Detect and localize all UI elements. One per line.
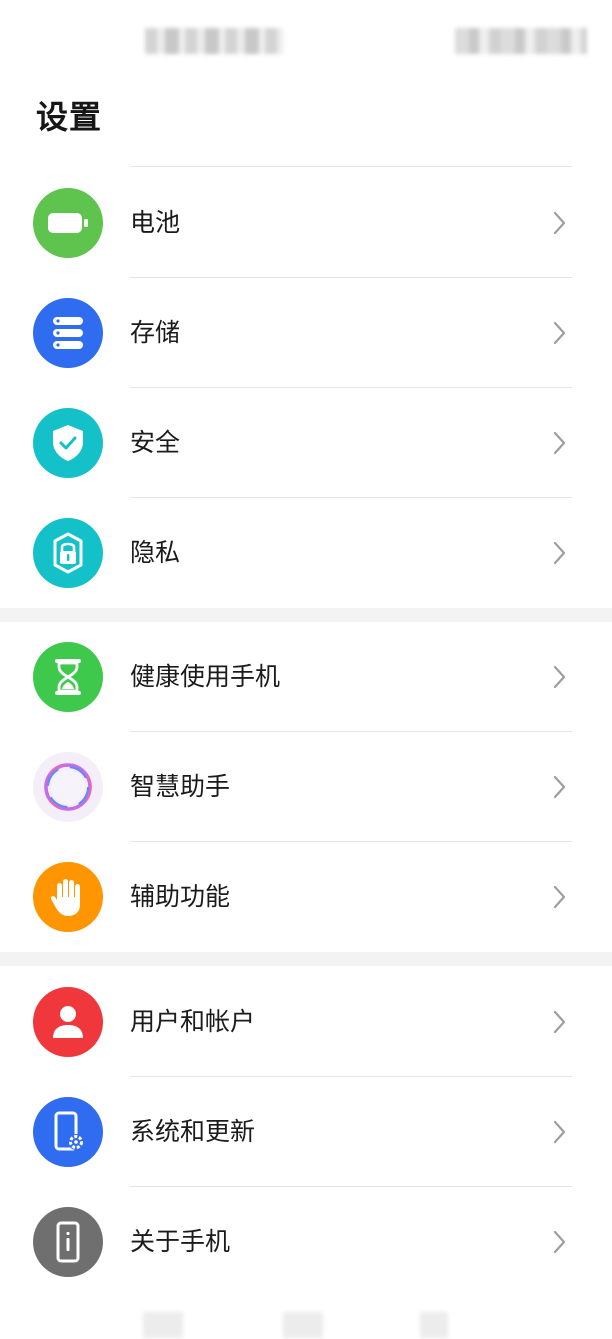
settings-item-label: 辅助功能 [130,882,231,911]
chevron-right-icon [553,541,566,565]
phone-info-icon [33,1207,103,1277]
blurred-status-right [455,28,587,54]
system-update-icon [33,1097,103,1167]
settings-item-label: 电池 [130,208,181,237]
group-separator [0,608,612,622]
nav-back-button[interactable] [143,1312,183,1338]
settings-item-system-update[interactable]: 系统和更新 [0,1077,612,1187]
settings-item-accessibility[interactable]: 辅助功能 [0,842,612,952]
settings-item-label: 隐私 [130,538,181,567]
settings-item-users-accounts[interactable]: 用户和帐户 [0,967,612,1077]
chevron-right-icon [553,321,566,345]
nav-home-button[interactable] [283,1312,323,1338]
user-icon [33,987,103,1057]
settings-group-features: 健康使用手机 智慧助手 辅助功能 [0,622,612,952]
chevron-right-icon [553,775,566,799]
smart-assistant-icon [33,752,103,822]
blurred-status-left [145,28,283,54]
settings-item-label: 存储 [130,318,181,347]
settings-item-label: 系统和更新 [130,1117,256,1146]
settings-group-system: 用户和帐户 系统和更新 关于手机 [0,967,612,1297]
settings-item-storage[interactable]: 存储 [0,278,612,388]
settings-item-label: 健康使用手机 [130,662,281,691]
hourglass-icon [33,642,103,712]
chevron-right-icon [553,1230,566,1254]
page-title: 设置 [36,98,103,136]
chevron-right-icon [553,665,566,689]
chevron-right-icon [553,1120,566,1144]
settings-item-security[interactable]: 安全 [0,388,612,498]
battery-icon [33,188,103,258]
settings-item-digital-balance[interactable]: 健康使用手机 [0,622,612,732]
settings-item-smart-assistant[interactable]: 智慧助手 [0,732,612,842]
chevron-right-icon [553,1010,566,1034]
settings-item-label: 安全 [130,428,181,457]
nav-recents-button[interactable] [420,1312,448,1338]
hand-icon [33,862,103,932]
chevron-right-icon [553,211,566,235]
status-bar [0,0,612,80]
settings-item-privacy[interactable]: 隐私 [0,498,612,608]
settings-item-about-phone[interactable]: 关于手机 [0,1187,612,1297]
chevron-right-icon [553,885,566,909]
chevron-right-icon [553,431,566,455]
navigation-bar [0,1300,612,1339]
privacy-lock-icon [33,518,103,588]
storage-icon [33,298,103,368]
settings-item-battery[interactable]: 电池 [0,168,612,278]
settings-group-device: 电池 存储 安全 隐私 [0,168,612,608]
settings-item-label: 智慧助手 [130,772,231,801]
settings-item-label: 关于手机 [130,1227,231,1256]
settings-item-label: 用户和帐户 [130,1007,256,1036]
shield-icon [33,408,103,478]
divider [130,166,572,167]
group-separator [0,952,612,966]
